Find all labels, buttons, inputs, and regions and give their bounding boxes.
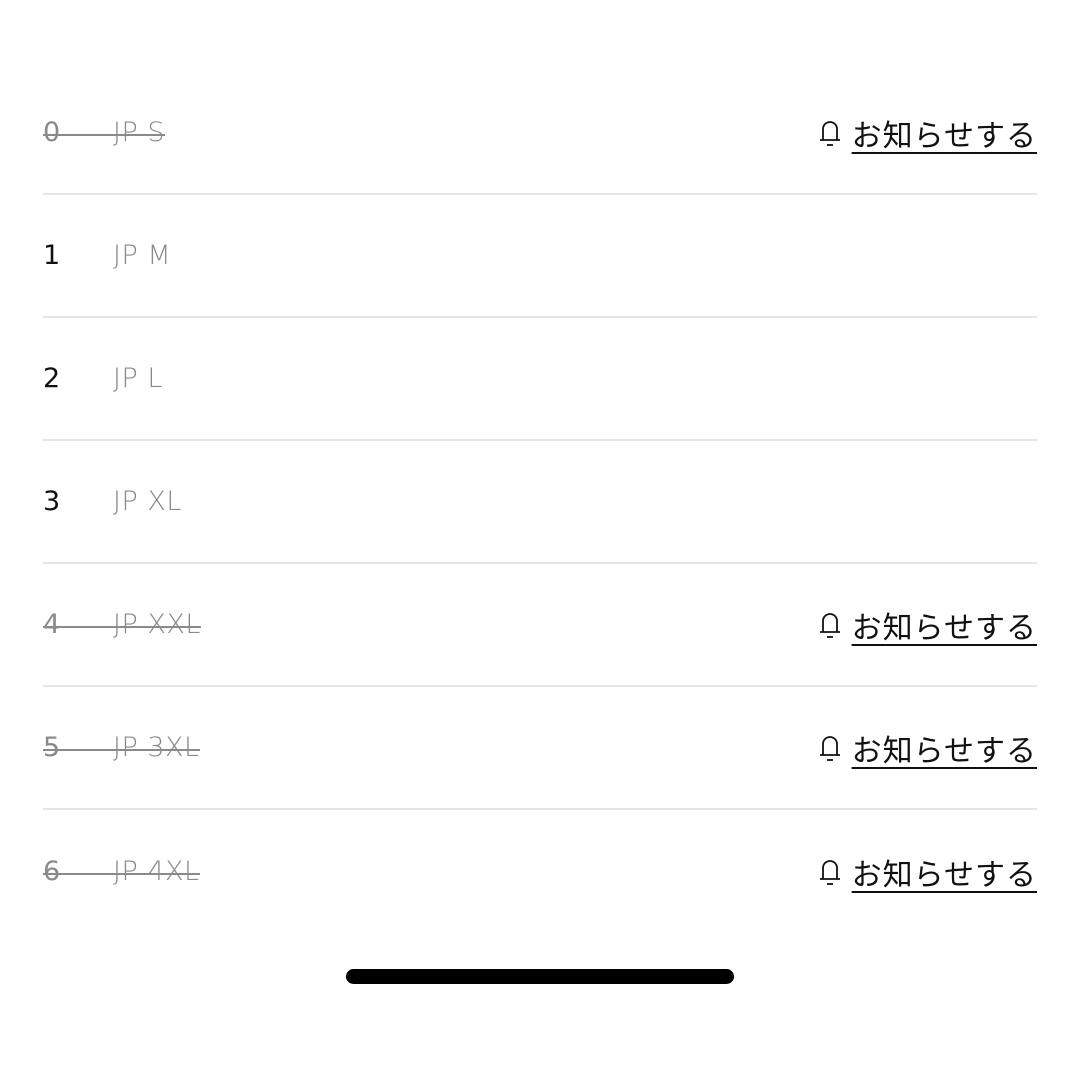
size-name: JP XL (113, 486, 182, 517)
size-name: JP 3XL (113, 732, 200, 763)
bell-icon (819, 859, 840, 885)
home-indicator[interactable] (346, 969, 734, 984)
bell-icon (819, 735, 840, 761)
size-label: 2 JP L (43, 363, 163, 394)
size-option-3[interactable]: 3 JP XL (43, 441, 1037, 564)
notify-me-label: お知らせする (851, 857, 1037, 893)
size-option-2[interactable]: 2 JP L (43, 318, 1037, 441)
size-label: 5 JP 3XL (43, 732, 200, 763)
size-option-0[interactable]: 0 JP S お知らせする (43, 72, 1037, 195)
size-number: 1 (43, 240, 61, 271)
size-name: JP XXL (113, 609, 201, 640)
size-number: 6 (43, 856, 61, 887)
size-name: JP L (113, 363, 163, 394)
size-option-1[interactable]: 1 JP M (43, 195, 1037, 318)
size-label: 4 JP XXL (43, 609, 201, 640)
size-option-5[interactable]: 5 JP 3XL お知らせする (43, 687, 1037, 810)
notify-me-label: お知らせする (851, 118, 1037, 154)
notify-me-link[interactable]: お知らせする (818, 726, 1037, 770)
size-number: 2 (43, 363, 61, 394)
size-label: 1 JP M (43, 240, 171, 271)
size-name: JP 4XL (113, 856, 200, 887)
size-number: 4 (43, 609, 61, 640)
bell-icon (819, 120, 840, 146)
size-name: JP M (113, 240, 172, 271)
size-number: 0 (43, 117, 61, 148)
bell-icon (819, 612, 840, 638)
notify-me-link[interactable]: お知らせする (818, 850, 1037, 894)
size-list: 0 JP S お知らせする 1 JP M 2 JP L 3 JP XL 4 JP… (43, 72, 1037, 933)
notify-me-label: お知らせする (851, 733, 1037, 769)
size-label: 6 JP 4XL (43, 856, 200, 887)
size-number: 5 (43, 732, 61, 763)
notify-me-link[interactable]: お知らせする (818, 603, 1037, 647)
size-option-4[interactable]: 4 JP XXL お知らせする (43, 564, 1037, 687)
size-label: 0 JP S (43, 117, 165, 148)
size-label: 3 JP XL (43, 486, 182, 517)
notify-me-label: お知らせする (851, 610, 1037, 646)
size-name: JP S (113, 117, 165, 148)
size-option-6[interactable]: 6 JP 4XL お知らせする (43, 810, 1037, 933)
size-number: 3 (43, 486, 61, 517)
notify-me-link[interactable]: お知らせする (818, 111, 1037, 155)
